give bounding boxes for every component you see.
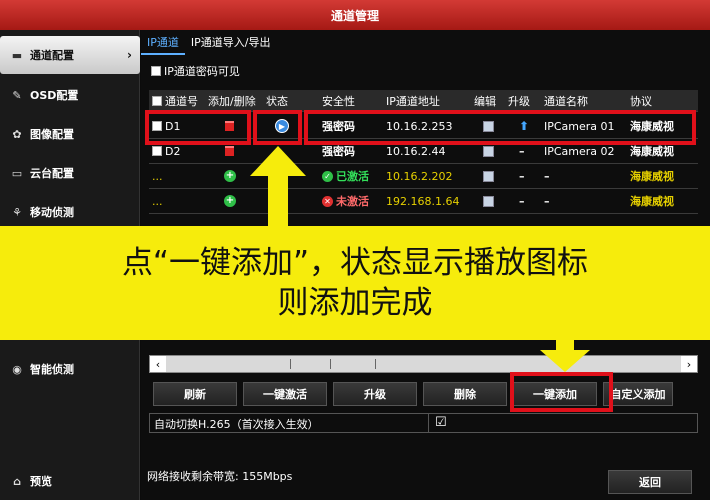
- delete-icon[interactable]: [225, 146, 234, 156]
- bandwidth-remaining: 网络接收剩余带宽: 155Mbps: [147, 470, 293, 483]
- instruction-line-1: 点“一键添加”，状态显示播放图标: [121, 245, 589, 281]
- sidebar-item-label: 图像配置: [30, 128, 74, 141]
- up-arrow-icon: [250, 146, 306, 228]
- sidebar-item-label: 移动侦测: [30, 206, 74, 219]
- scroll-right-icon[interactable]: ›: [681, 356, 697, 372]
- channel-number: D2: [165, 144, 181, 158]
- edit-icon[interactable]: [483, 170, 494, 182]
- tab-bar: IP通道 IP通道导入/导出: [141, 30, 276, 55]
- channel-number: ...: [152, 169, 163, 183]
- tab-ip-channel-import-export[interactable]: IP通道导入/导出: [185, 30, 277, 55]
- highlight-box-status: [253, 110, 302, 145]
- select-all-checkbox[interactable]: [152, 95, 162, 106]
- sidebar-item-label: OSD配置: [30, 89, 79, 102]
- upgrade-none: –: [519, 169, 525, 183]
- pen-icon: ✎: [12, 88, 22, 102]
- tab-ip-channel[interactable]: IP通道: [141, 30, 185, 55]
- ptz-icon: ▭: [11, 166, 23, 180]
- column-header: 安全性: [322, 94, 355, 108]
- horizontal-scrollbar[interactable]: ‹ ›: [149, 355, 698, 373]
- password-visible-option[interactable]: IP通道密码可见: [151, 63, 240, 79]
- scroll-tick: [375, 359, 376, 369]
- home-icon: ⌂: [13, 474, 21, 488]
- row-divider: [428, 414, 429, 432]
- channel-name: –: [544, 194, 550, 208]
- protocol: 海康威视: [630, 170, 674, 183]
- auto-switch-h265-row: 自动切换H.265（首次接入生效） ☑: [149, 413, 698, 433]
- column-header: 状态: [266, 94, 288, 108]
- sidebar-item-preview[interactable]: ⌂ 预览: [0, 462, 140, 500]
- down-arrow-icon: [540, 336, 590, 372]
- column-header: 升级: [508, 94, 530, 108]
- x-circle-icon: ✕: [322, 195, 333, 207]
- channel-number: ...: [152, 194, 163, 208]
- sidebar-item-smart[interactable]: ◉ 智能侦测: [0, 350, 140, 388]
- back-button[interactable]: 返回: [608, 470, 692, 494]
- check-circle-icon: ✓: [322, 170, 333, 182]
- security-status: 已激活: [336, 170, 369, 183]
- protocol: 海康威视: [630, 195, 674, 208]
- window-title: 通道管理: [0, 0, 710, 30]
- scroll-tick: [290, 359, 291, 369]
- password-visible-label: IP通道密码可见: [164, 65, 240, 78]
- camera-icon: ▬: [11, 48, 23, 62]
- sidebar-item-ptz[interactable]: ▭ 云台配置: [0, 154, 140, 192]
- column-header: IP通道地址: [386, 94, 440, 108]
- channel-name: –: [544, 169, 550, 183]
- auto-switch-checkbox[interactable]: ☑: [435, 415, 447, 430]
- sidebar-item-label: 通道配置: [30, 49, 74, 62]
- table-row[interactable]: ... + ✓ 已激活 10.16.2.202 – – 海康威视: [149, 164, 698, 189]
- ip-address: 10.16.2.202: [386, 169, 453, 183]
- highlight-box-channel: [145, 110, 251, 145]
- sidebar-item-label: 预览: [30, 475, 52, 488]
- column-header: 添加/删除: [208, 94, 256, 108]
- sidebar-item-label: 智能侦测: [30, 363, 74, 376]
- ip-address: 192.168.1.64: [386, 194, 460, 208]
- password-visible-checkbox[interactable]: [151, 66, 161, 76]
- row-checkbox[interactable]: [152, 146, 162, 156]
- auto-switch-label: 自动切换H.265（首次接入生效）: [154, 418, 319, 431]
- delete-button[interactable]: 删除: [423, 382, 507, 406]
- sidebar-item-image[interactable]: ✿ 图像配置: [0, 115, 140, 153]
- security-status: 未激活: [336, 195, 369, 208]
- custom-add-button[interactable]: 自定义添加: [603, 382, 673, 406]
- table-header: 通道号 添加/删除 状态 安全性 IP通道地址 编辑 升级 通道名称 协议: [149, 90, 698, 112]
- scroll-left-icon[interactable]: ‹: [150, 356, 166, 372]
- sidebar-item-osd[interactable]: ✎ OSD配置: [0, 76, 140, 114]
- smart-icon: ◉: [12, 362, 22, 376]
- edit-icon[interactable]: [483, 195, 494, 207]
- chevron-right-icon: ›: [127, 48, 132, 62]
- sidebar-item-label: 云台配置: [30, 167, 74, 180]
- column-header: 通道号: [165, 94, 198, 108]
- motion-icon: ⚘: [12, 205, 22, 219]
- instruction-line-2: 则添加完成: [277, 285, 433, 321]
- refresh-button[interactable]: 刷新: [153, 382, 237, 406]
- scroll-tick: [330, 359, 331, 369]
- image-icon: ✿: [12, 127, 22, 141]
- edit-icon[interactable]: [483, 145, 494, 157]
- add-icon[interactable]: +: [224, 195, 236, 207]
- column-header: 协议: [630, 94, 652, 108]
- highlight-box-row-details: [304, 110, 696, 145]
- table-row[interactable]: ... + ✕ 未激活 192.168.1.64 – – 海康威视: [149, 189, 698, 214]
- column-header: 通道名称: [544, 94, 588, 108]
- column-header: 编辑: [474, 94, 496, 108]
- highlight-box-add-button: [510, 372, 613, 412]
- upgrade-none: –: [519, 194, 525, 208]
- instruction-banner: 点“一键添加”，状态显示播放图标 则添加完成: [0, 226, 710, 340]
- upgrade-button[interactable]: 升级: [333, 382, 417, 406]
- one-click-activate-button[interactable]: 一键激活: [243, 382, 327, 406]
- sidebar-item-channel-config[interactable]: ▬ 通道配置 ›: [0, 36, 140, 74]
- add-icon[interactable]: +: [224, 170, 236, 182]
